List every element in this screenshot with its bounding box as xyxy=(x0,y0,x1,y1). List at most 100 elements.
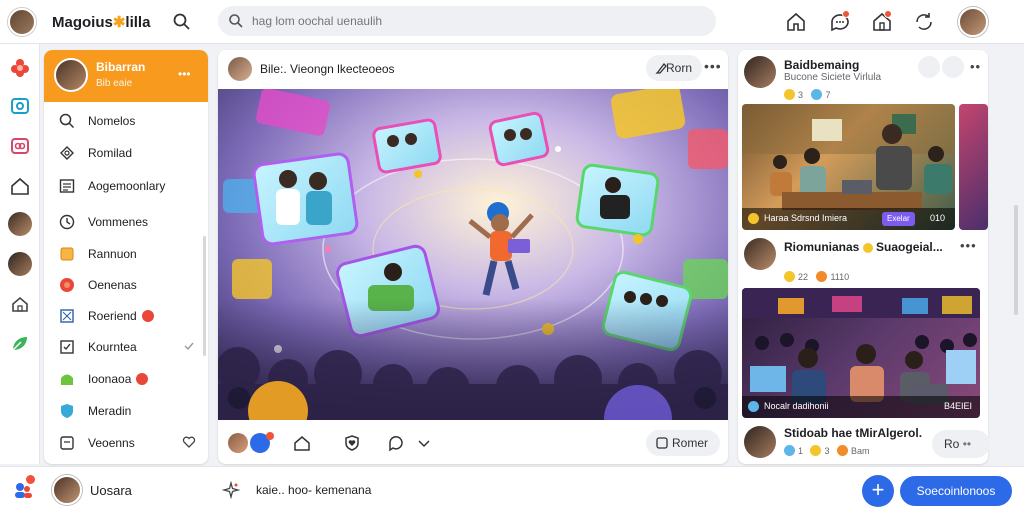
sidebar-item-rannuon[interactable]: Rannuon xyxy=(44,240,208,268)
brand-suffix: lilla xyxy=(125,14,151,31)
add-button[interactable]: + xyxy=(862,475,894,507)
refresh-icon[interactable] xyxy=(912,10,936,34)
follow-button[interactable]: Ro •• xyxy=(932,430,990,458)
more-dots-icon[interactable]: ••• xyxy=(178,67,191,81)
calendar-icon xyxy=(59,179,75,193)
feed-item-suffix: Suaogeial... xyxy=(876,240,943,254)
compose-prompt[interactable]: kaie.. hoo- kemenana xyxy=(256,483,371,497)
search-bar[interactable] xyxy=(218,6,716,36)
sparkle-icon[interactable] xyxy=(222,481,240,499)
profile-card[interactable]: Bibarran Bib eaie ••• xyxy=(44,50,208,102)
heart-shield-icon[interactable] xyxy=(342,433,362,453)
notification-dot xyxy=(842,10,850,18)
image-prev-button[interactable] xyxy=(228,387,250,409)
sidebar-item-ioonaoa[interactable]: Ioonaoa xyxy=(44,365,208,393)
feed-item-title: Stidoab hae tMirAlgerol. xyxy=(784,426,922,440)
sidebar-item-oenenas[interactable]: Oenenas xyxy=(44,271,208,299)
settings-icon[interactable] xyxy=(942,56,964,78)
sidebar-item-label: Meradin xyxy=(88,404,132,418)
bottom-bar: Uosara kaie.. hoo- kemenana + Soecoinlon… xyxy=(0,466,1024,512)
sidebar-item-aogemoonlary[interactable]: Aogemoonlary xyxy=(44,172,208,200)
reaction-count: 7 xyxy=(825,89,831,100)
flag-icon xyxy=(60,309,74,323)
sidebar-item-veoenns[interactable]: Veoenns xyxy=(44,429,208,457)
thumbnail-count: 010 xyxy=(930,213,946,223)
profile-subtitle: Bib eaie xyxy=(96,78,133,89)
record-icon xyxy=(60,278,74,292)
square-icon xyxy=(60,247,74,261)
notification-badge xyxy=(136,373,148,385)
post-action-button[interactable]: Rorn xyxy=(646,55,702,81)
brand-avatar[interactable] xyxy=(8,8,36,36)
home-icon[interactable] xyxy=(784,10,808,34)
thumbnail-caption: Haraa Sdrsnd Imiera xyxy=(764,213,848,223)
sidebar-scrollbar[interactable] xyxy=(203,236,206,356)
right-feed: Baidbemaing Bucone Siciete Virlula 3 7 •… xyxy=(738,50,988,464)
image-options-button[interactable] xyxy=(694,387,716,409)
emoji-icon xyxy=(811,89,823,101)
brand-logo[interactable]: Magoius✱lilla xyxy=(52,13,150,31)
feed-item-title: Baidbemaing xyxy=(784,58,860,72)
sidebar-item-meradin[interactable]: Meradin xyxy=(44,397,208,425)
home-outline-icon[interactable] xyxy=(8,174,32,198)
feed-avatar[interactable] xyxy=(744,238,776,270)
sidebar-item-vommenes[interactable]: Vommenes xyxy=(44,208,208,236)
more-dots-icon[interactable]: ••• xyxy=(704,58,722,74)
sidebar-item-nomelos[interactable]: Nomelos xyxy=(44,107,208,135)
feed-avatar[interactable] xyxy=(744,56,776,88)
heart-badge xyxy=(142,310,154,322)
heart-outline-icon[interactable] xyxy=(182,435,196,449)
account-avatar[interactable] xyxy=(958,7,988,37)
gallery-icon[interactable] xyxy=(8,94,32,118)
more-dots-icon: •• xyxy=(962,437,972,451)
search-icon xyxy=(229,14,243,28)
home-icon[interactable] xyxy=(292,433,312,453)
edit-icon xyxy=(655,63,667,74)
reaction-count: 22 xyxy=(798,271,809,282)
thumbnail-caption-bar: Haraa Sdrsnd Imiera Exelar 010 xyxy=(742,208,955,230)
clock-icon xyxy=(59,214,75,230)
more-dots-icon[interactable]: ••• xyxy=(960,238,977,253)
sidebar-item-label: Ioonaoa xyxy=(88,372,132,386)
sidebar-item-romilad[interactable]: Romilad xyxy=(44,139,208,167)
post-image[interactable] xyxy=(218,89,728,420)
search-icon[interactable] xyxy=(172,12,192,32)
thumbnail-count: B4EIEI xyxy=(944,401,973,411)
feed-thumbnail-next[interactable] xyxy=(959,104,988,230)
house-icon[interactable] xyxy=(8,292,32,316)
notification-dot xyxy=(266,432,274,440)
user-avatar[interactable] xyxy=(52,475,82,505)
check-square-icon xyxy=(60,340,74,354)
location-icon[interactable] xyxy=(918,56,940,78)
feed-item-title: Riomunianas Suaogeial... xyxy=(784,240,943,254)
thumbnail-tag[interactable]: Exelar xyxy=(882,212,915,226)
reaction-avatar xyxy=(228,433,248,453)
contact-avatar[interactable] xyxy=(8,212,32,236)
leaf-icon[interactable] xyxy=(8,332,32,356)
feed-thumbnail[interactable]: Haraa Sdrsnd Imiera Exelar 010 xyxy=(742,104,955,230)
thumbnail-caption: Nocalr dadihonii xyxy=(764,401,829,411)
more-button[interactable]: Romer xyxy=(646,430,720,456)
more-dots-icon[interactable]: •• xyxy=(970,59,981,74)
sidebar-item-label: Rannuon xyxy=(88,247,137,261)
feed-avatar[interactable] xyxy=(744,426,776,458)
sidebar-item-roeriend[interactable]: Roeriend xyxy=(44,302,208,330)
feed-item-suffix: tMirAlgerol. xyxy=(855,426,923,440)
chevron-down-icon[interactable] xyxy=(414,433,434,453)
primary-action-button[interactable]: Soecoinlonoos xyxy=(900,476,1012,506)
sidebar-item-kourntea[interactable]: Kourntea xyxy=(44,333,208,361)
feed-scrollbar[interactable] xyxy=(1014,205,1018,315)
sidebar-item-label: Oenenas xyxy=(88,278,137,292)
feed-item-name: Stidoab hae xyxy=(784,426,853,440)
search-input[interactable] xyxy=(252,11,692,31)
post-author-avatar[interactable] xyxy=(228,57,252,81)
flower-icon[interactable] xyxy=(8,56,32,80)
emoji-icon xyxy=(784,271,795,283)
bag-icon xyxy=(61,374,73,385)
contact-avatar[interactable] xyxy=(8,252,32,276)
sidebar: Bibarran Bib eaie ••• Nomelos Romilad Ao… xyxy=(44,50,208,464)
comment-icon[interactable] xyxy=(386,433,406,453)
feed-thumbnail[interactable]: Nocalr dadihonii B4EIEI xyxy=(742,288,980,418)
games-icon[interactable] xyxy=(8,134,32,158)
notification-dot xyxy=(884,10,892,18)
